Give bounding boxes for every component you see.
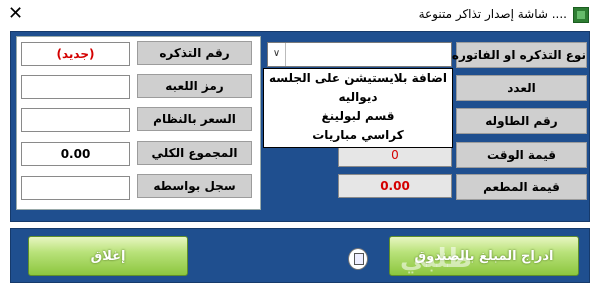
recorded-by-field[interactable] bbox=[21, 176, 130, 200]
dropdown-option[interactable]: قسم لبولينغ bbox=[264, 107, 452, 126]
title-bar: ✕ .... شاشة إصدار تذاكر متنوعة bbox=[0, 0, 595, 30]
grand-total-field[interactable]: 0.00 bbox=[21, 142, 130, 166]
game-code-field[interactable] bbox=[21, 75, 130, 99]
ticket-type-dropdown: اضافة بلايستيشن على الجلسه ديواليه قسم ل… bbox=[263, 68, 453, 148]
restaurant-value-field[interactable]: 0.00 bbox=[338, 174, 452, 198]
close-button[interactable]: إغلاق bbox=[28, 236, 188, 276]
system-price-field[interactable] bbox=[21, 108, 130, 132]
dropdown-option[interactable]: كراسي مباريات bbox=[264, 126, 452, 145]
table-number-label: رقم الطاوله bbox=[456, 108, 587, 134]
chevron-down-icon[interactable]: ∨ bbox=[268, 43, 286, 66]
grand-total-label: المجموع الكلي bbox=[137, 141, 252, 165]
ticket-number-field[interactable]: (جديد) bbox=[21, 42, 130, 66]
window-title: .... شاشة إصدار تذاكر متنوعة bbox=[418, 7, 567, 21]
deposit-button[interactable]: ادراج المبلغ بالصندوق bbox=[389, 236, 579, 276]
dropdown-option[interactable]: اضافة بلايستيشن على الجلسه bbox=[264, 69, 452, 88]
app-icon bbox=[573, 7, 589, 23]
print-preview-icon[interactable] bbox=[348, 248, 368, 270]
ticket-number-label: رقم التذكره bbox=[137, 41, 252, 65]
ticket-issue-window: ✕ .... شاشة إصدار تذاكر متنوعة رقم التذك… bbox=[0, 0, 595, 287]
time-value-label: قيمة الوقت bbox=[456, 142, 587, 168]
system-price-label: السعر بالنظام bbox=[137, 107, 252, 131]
ticket-type-combo[interactable]: ∨ bbox=[267, 42, 452, 67]
recorded-by-label: سجل بواسطه bbox=[137, 174, 252, 198]
count-label: العدد bbox=[456, 75, 587, 101]
dropdown-option[interactable]: ديواليه bbox=[264, 88, 452, 107]
game-code-label: رمز اللعبه bbox=[137, 74, 252, 98]
restaurant-value-label: قيمة المطعم bbox=[456, 174, 587, 200]
close-window-icon[interactable]: ✕ bbox=[8, 4, 23, 24]
ticket-type-label: نوع التذكره او الفاتوره bbox=[452, 42, 587, 68]
